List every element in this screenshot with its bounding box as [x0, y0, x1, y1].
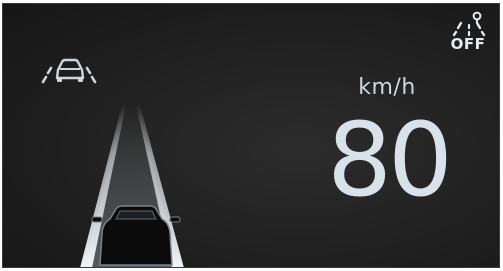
- set-speed-value: 80: [327, 101, 453, 220]
- lane-keeping-assist-icon: [41, 58, 97, 84]
- driver-assist-status: OFF: [442, 9, 494, 59]
- instrument-cluster-display: km/h 80 OFF: [2, 3, 500, 268]
- speed-unit-label: km/h: [358, 75, 416, 100]
- driver-assist-off-label: OFF: [450, 35, 486, 53]
- highway-driving-assist-icon: [452, 11, 486, 37]
- ego-vehicle-icon: [91, 205, 181, 266]
